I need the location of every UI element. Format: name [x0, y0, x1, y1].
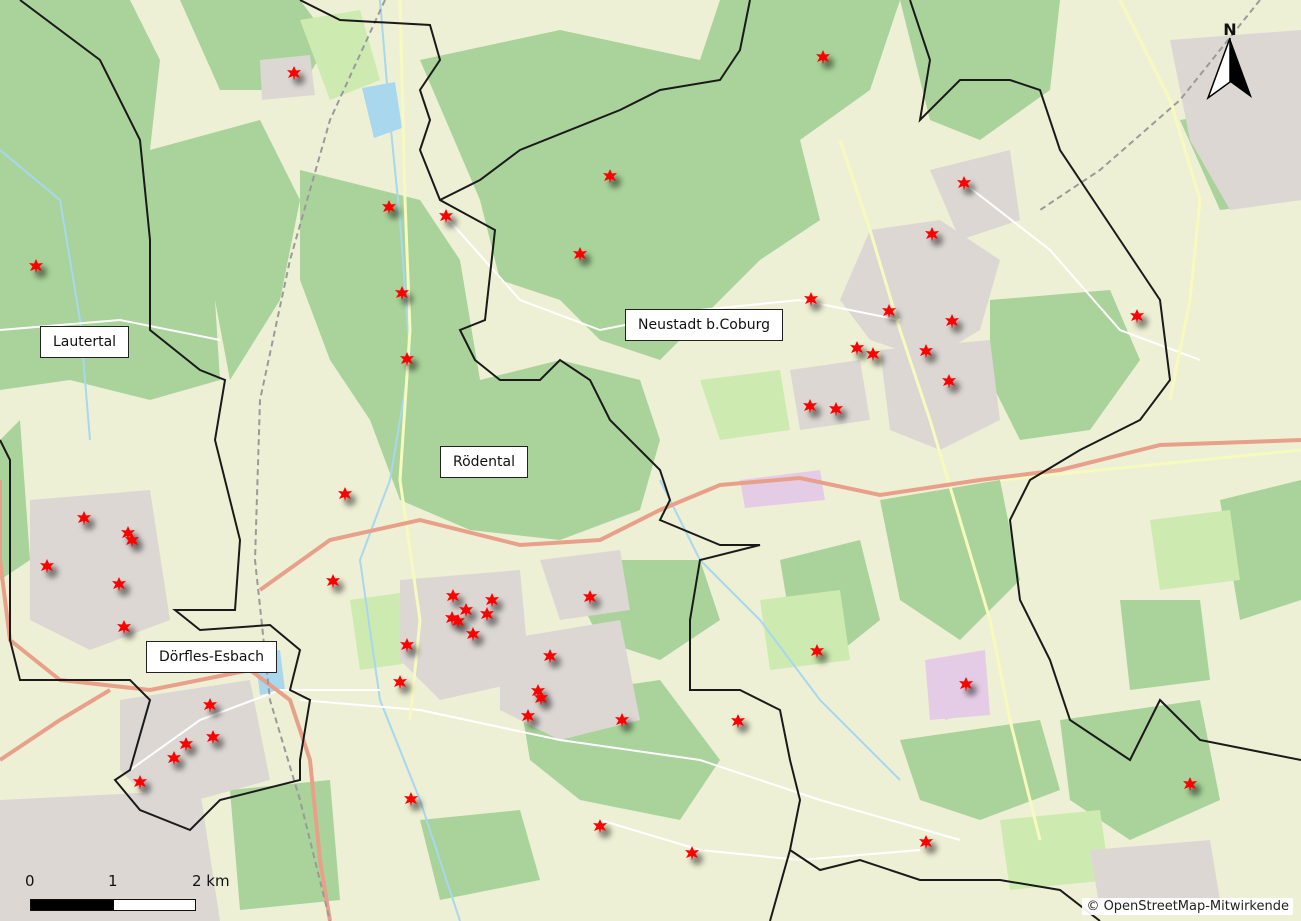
scale-bar	[30, 899, 196, 911]
place-label-neustadt: Neustadt b.Coburg	[625, 309, 783, 341]
attribution[interactable]: © OpenStreetMap-Mitwirkende	[1082, 898, 1293, 915]
scale-label-0: 0	[25, 872, 35, 890]
scale-label-1: 1	[108, 872, 118, 890]
place-label-lautertal: Lautertal	[40, 326, 130, 358]
place-label-doerfles-esbach: Dörfles-Esbach	[146, 641, 278, 673]
place-label-roedental: Rödental	[440, 446, 528, 478]
basemap	[0, 0, 1301, 921]
scale-label-2km: 2 km	[192, 872, 230, 890]
north-arrow-icon	[1206, 37, 1252, 101]
map-canvas[interactable]: Lautertal Neustadt b.Coburg Rödental Dör…	[0, 0, 1301, 921]
north-arrow: N	[1204, 20, 1256, 102]
